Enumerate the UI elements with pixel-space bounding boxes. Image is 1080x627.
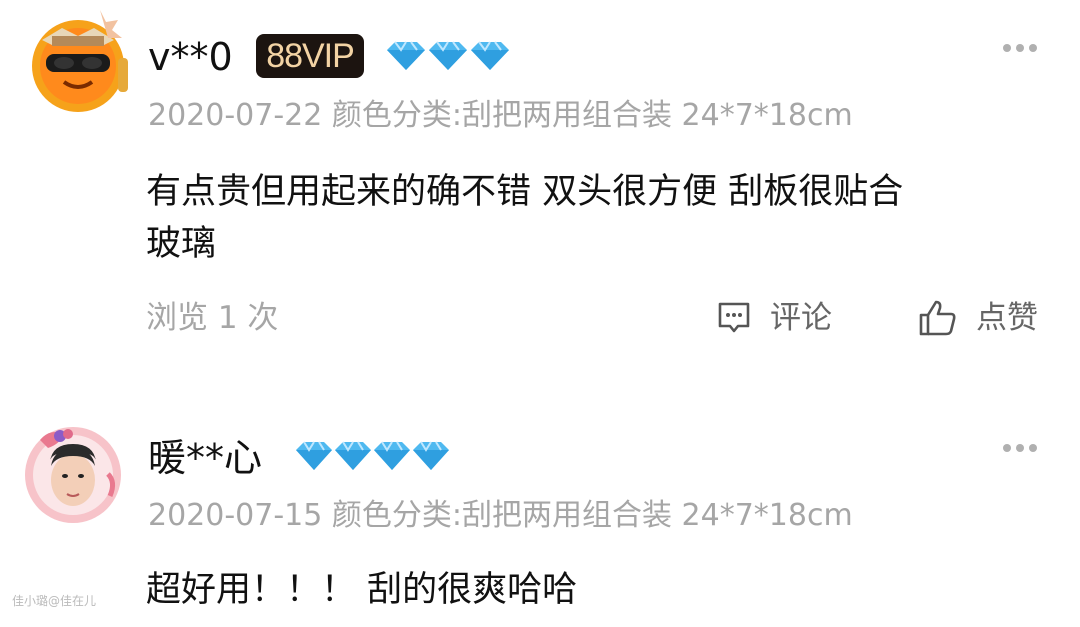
diamond-level-icon	[387, 41, 509, 70]
review-content: 有点贵但用起来的确不错 双头很方便 刮板很贴合 玻璃	[146, 166, 1026, 270]
review-content-line: 有点贵但用起来的确不错 双头很方便 刮板很贴合	[146, 172, 904, 212]
more-dots-icon[interactable]	[1002, 40, 1038, 56]
review-meta: 2020-07-15 颜色分类:刮把两用组合装 24*7*18cm	[148, 497, 853, 535]
review-date: 2020-07-22	[148, 98, 323, 133]
orange-mascot-avatar-icon[interactable]	[22, 6, 132, 116]
diamond-level-icon	[296, 441, 449, 470]
more-dots-icon[interactable]	[1002, 440, 1038, 456]
username[interactable]: v**0	[148, 35, 233, 79]
diamond-icon	[374, 441, 410, 470]
diamond-icon	[471, 41, 509, 70]
review-list: v**0 88VIP 2020-07-22 颜色分类:刮把两用组合装 24*7*…	[0, 0, 1080, 627]
like-button[interactable]: 点赞	[918, 296, 1038, 340]
diamond-icon	[335, 441, 371, 470]
review-content-line: 玻璃	[146, 224, 217, 264]
diamond-icon	[387, 41, 425, 70]
like-label: 点赞	[976, 300, 1038, 336]
comment-button[interactable]: 评论	[716, 296, 832, 340]
comment-label: 评论	[770, 300, 832, 336]
username[interactable]: 暖**心	[148, 436, 262, 480]
vip-badge: 88VIP	[256, 34, 364, 78]
review-date: 2020-07-15	[148, 498, 323, 533]
thumbs-up-icon	[919, 300, 956, 336]
diamond-icon	[296, 441, 332, 470]
review-variant: 颜色分类:刮把两用组合装 24*7*18cm	[331, 98, 853, 133]
diamond-icon	[429, 41, 467, 70]
review-content: 超好用！！！ 刮的很爽哈哈	[146, 570, 578, 610]
review-variant: 颜色分类:刮把两用组合装 24*7*18cm	[331, 498, 853, 533]
diamond-icon	[413, 441, 449, 470]
view-count: 浏览 1 次	[146, 300, 279, 336]
watermark: 佳小璐@佳在儿	[12, 594, 97, 608]
comment-icon	[718, 302, 750, 333]
review-meta: 2020-07-22 颜色分类:刮把两用组合装 24*7*18cm	[148, 97, 853, 135]
portrait-avatar-icon[interactable]	[20, 422, 126, 528]
